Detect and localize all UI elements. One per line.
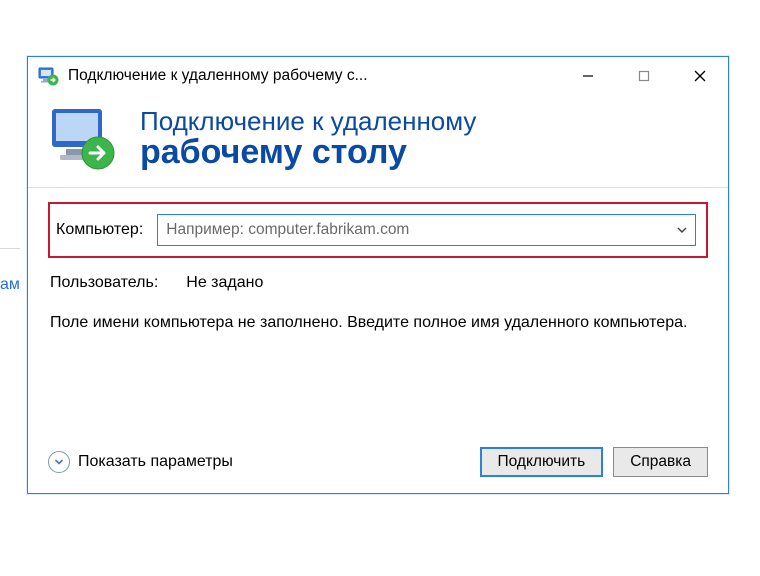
chevron-down-icon[interactable]	[669, 215, 695, 245]
titlebar: Подключение к удаленному рабочему с...	[28, 57, 728, 95]
window-controls	[560, 57, 728, 95]
rdp-app-icon	[38, 65, 60, 87]
user-label: Пользователь:	[50, 274, 158, 292]
computer-label: Компьютер:	[56, 221, 143, 239]
chevron-down-circle-icon	[48, 451, 70, 473]
close-button[interactable]	[672, 57, 728, 95]
show-options-label: Показать параметры	[78, 453, 233, 471]
connect-button[interactable]: Подключить	[480, 447, 604, 477]
banner-title-line1: Подключение к удаленному	[140, 107, 476, 136]
computer-row-highlight: Компьютер:	[48, 202, 708, 258]
info-message: Поле имени компьютера не заполнено. Введ…	[50, 312, 706, 334]
rdp-dialog-window: Подключение к удаленному рабочему с...	[27, 56, 729, 494]
background-divider	[0, 248, 20, 251]
computer-combobox[interactable]	[157, 214, 696, 246]
user-value: Не задано	[186, 274, 263, 292]
help-button-label: Справка	[630, 453, 691, 471]
banner-title-line2: рабочему столу	[140, 135, 476, 169]
show-options-toggle[interactable]: Показать параметры	[48, 451, 233, 473]
connect-button-label: Подключить	[498, 453, 586, 471]
window-title: Подключение к удаленному рабочему с...	[68, 67, 560, 85]
header-banner: Подключение к удаленному рабочему столу	[28, 95, 728, 188]
maximize-button[interactable]	[616, 57, 672, 95]
minimize-button[interactable]	[560, 57, 616, 95]
background-peek-text: ам	[0, 276, 20, 294]
help-button[interactable]: Справка	[613, 447, 708, 477]
rdp-monitor-icon	[48, 103, 118, 173]
dialog-footer: Показать параметры Подключить Справка	[28, 435, 728, 493]
user-row: Пользователь: Не задано	[50, 274, 708, 292]
computer-input[interactable]	[158, 215, 669, 245]
dialog-body: Компьютер: Пользователь: Не задано Поле …	[28, 188, 728, 334]
